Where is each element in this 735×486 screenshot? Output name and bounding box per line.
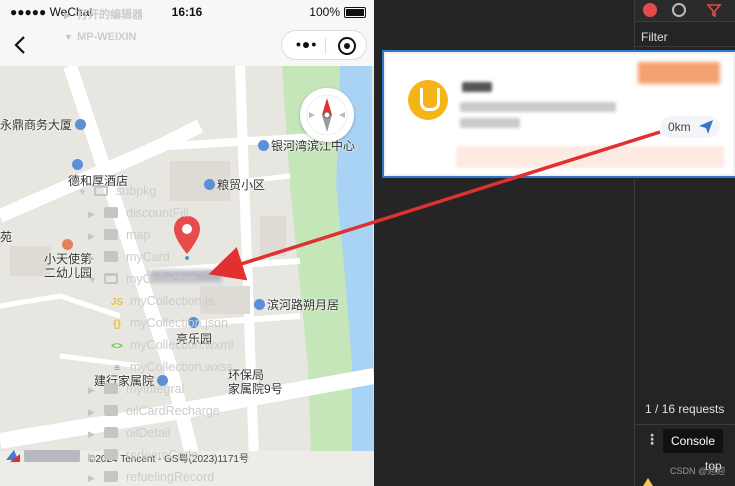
json-file-icon: {} <box>113 319 121 330</box>
chevron-down-icon: ▼ <box>88 275 97 285</box>
chevron-right-icon: ▶ <box>88 473 95 483</box>
folder-icon <box>104 449 118 460</box>
warning-icon <box>643 478 653 486</box>
tree-item-wxss[interactable]: ≡ myCollection.wxss <box>110 356 233 378</box>
watermark: CSDN @迎迎 <box>670 466 726 476</box>
chevron-right-icon: ▶ <box>88 209 95 219</box>
folder-icon <box>104 383 118 394</box>
tree-item-redeemcode[interactable]: ▶ redeemCode <box>88 444 198 466</box>
tree-item-label: discountFill <box>126 206 189 220</box>
folder-icon <box>104 251 118 262</box>
card-badge-blurred <box>638 62 720 84</box>
tree-item-label: myCard <box>126 250 170 264</box>
tree-item-refuelingrecord[interactable]: ▶ refuelingRecord <box>88 466 214 486</box>
section-open-editors[interactable]: ▶ 打开的编辑器 <box>64 4 143 26</box>
filter-input[interactable]: Filter <box>641 30 668 44</box>
chevron-right-icon: ▶ <box>88 253 95 263</box>
folder-icon <box>104 229 118 240</box>
tree-item-json[interactable]: {} myCollection.json <box>110 312 228 334</box>
card-address-blurred-2 <box>460 118 520 128</box>
tree-item-label: oilDetail <box>126 426 171 440</box>
section-label: MP-WEIXIN <box>77 31 137 43</box>
tree-item-label: myCollection.json <box>130 316 228 330</box>
tree-item-wxml[interactable]: <> myCollection.wxml <box>110 334 234 356</box>
tree-item-oildetail[interactable]: ▶ oilDetail <box>88 422 170 444</box>
tree-item-discountfill[interactable]: ▶ discountFill <box>88 202 189 224</box>
folder-open-icon <box>94 185 108 196</box>
folder-icon <box>104 405 118 416</box>
section-mp-weixin[interactable]: ▼ MP-WEIXIN <box>64 26 136 48</box>
chevron-left-icon[interactable] <box>8 32 34 58</box>
filter-icon[interactable] <box>706 2 722 18</box>
station-card-preview[interactable]: 0km <box>384 52 735 176</box>
js-file-icon: JS <box>110 297 124 308</box>
folder-icon <box>104 471 118 482</box>
card-address-blurred <box>460 102 616 112</box>
folder-icon <box>104 427 118 438</box>
tree-item-label: myCollection.js <box>130 294 215 308</box>
wxss-file-icon: ≡ <box>114 363 120 374</box>
wxml-file-icon: <> <box>111 341 123 352</box>
tree-item-label: refuelingRecord <box>126 470 215 484</box>
chevron-right-icon: ▶ <box>88 451 95 461</box>
tree-item-label: oilCardRecharge <box>126 404 220 418</box>
section-label: 打开的编辑器 <box>77 9 144 21</box>
poi-edge: 苑 <box>0 228 12 245</box>
tree-item-label: subpkg <box>116 184 157 198</box>
tree-item-label: redeemCode <box>126 448 199 462</box>
chevron-down-icon: ▼ <box>64 32 73 42</box>
tree-item-label: myIntegral <box>126 382 185 396</box>
clear-icon[interactable] <box>672 3 686 17</box>
tree-item-js[interactable]: JS myCollection.js <box>110 290 214 312</box>
poi-label: 苑 <box>0 230 13 244</box>
chevron-right-icon: ▶ <box>64 10 71 20</box>
send-icon <box>698 119 714 142</box>
tree-item-oilcardrecharge[interactable]: ▶ oilCardRecharge <box>88 400 220 422</box>
chevron-right-icon: ▶ <box>88 385 95 395</box>
request-count: 1 / 16 requests <box>645 402 725 416</box>
tree-item-subpkg[interactable]: ▼ subpkg <box>78 180 156 202</box>
card-footer-blurred <box>456 146 724 168</box>
tree-item-myintegral[interactable]: ▶ myIntegral <box>88 378 184 400</box>
tab-console[interactable]: Console <box>663 429 723 453</box>
tree-item-map[interactable]: ▶ map <box>88 224 150 246</box>
tree-item-label: myCollection.wxml <box>130 338 234 352</box>
tree-item-label: map <box>126 228 151 242</box>
tree-item-mycard[interactable]: ▶ myCard <box>88 246 170 268</box>
chevron-right-icon: ▶ <box>88 429 95 439</box>
card-title-blurred <box>462 82 492 92</box>
kebab-menu-icon[interactable]: ⋮ <box>645 431 659 448</box>
folder-open-icon <box>104 273 118 284</box>
gas-station-logo-icon <box>408 80 448 120</box>
folder-icon <box>104 207 118 218</box>
tree-item-mycollection[interactable]: ▼ myCollection <box>88 268 198 290</box>
record-icon[interactable] <box>643 3 657 17</box>
tree-item-label: myCollection.wxss <box>130 360 233 374</box>
divider <box>635 46 735 47</box>
distance-pill[interactable]: 0km <box>660 116 720 138</box>
tree-item-label: myCollection <box>126 272 198 286</box>
chevron-right-icon: ▶ <box>88 231 95 241</box>
chevron-right-icon: ▶ <box>88 407 95 417</box>
network-toolbar <box>635 0 735 22</box>
chevron-down-icon: ▼ <box>78 187 87 197</box>
distance-text: 0km <box>668 120 691 134</box>
